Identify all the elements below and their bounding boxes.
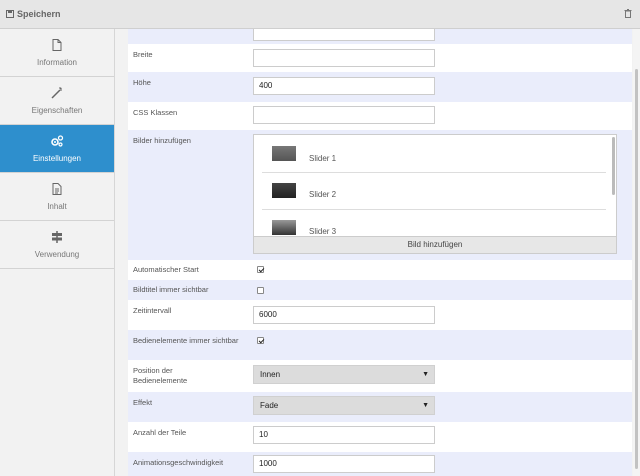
- sidebar-item-label: Verwendung: [34, 249, 80, 259]
- effekt-select[interactable]: Fade ▼: [253, 396, 435, 415]
- form-row-css: CSS Klassen: [128, 102, 632, 130]
- slide-name: Slider 1: [309, 154, 337, 163]
- slide-item[interactable]: Slider 1: [262, 135, 606, 173]
- teile-input[interactable]: 10: [253, 426, 435, 444]
- effekt-value: Fade: [260, 401, 279, 410]
- speed-label: Animationsgeschwindigkeit: [133, 458, 224, 467]
- slide-item[interactable]: Slider 2: [262, 172, 606, 210]
- bildtitel-checkbox[interactable]: [257, 287, 264, 294]
- sidebar-item-verwendung[interactable]: Verwendung: [0, 221, 114, 269]
- sidebar-item-label: Information: [36, 57, 78, 67]
- sidebar-item-eigenschaften[interactable]: Eigenschaften: [0, 77, 114, 125]
- chevron-down-icon: ▼: [422, 402, 429, 409]
- document-icon: [52, 182, 62, 195]
- slide-name: Slider 2: [309, 190, 337, 199]
- position-select[interactable]: Innen ▼: [253, 365, 435, 384]
- bedien-label: Bedienelemente immer sichtbar: [133, 336, 239, 345]
- slide-thumbnail: [272, 220, 296, 235]
- form-row-bedien: Bedienelemente immer sichtbar: [128, 330, 632, 360]
- position-value: Innen: [260, 370, 281, 379]
- autostart-label: Automatischer Start: [133, 265, 199, 274]
- signpost-icon: [52, 230, 62, 243]
- effekt-label: Effekt: [133, 398, 153, 407]
- settings-form: Breite Höhe 400 CSS Klassen Bilder hinzu…: [128, 29, 632, 476]
- sidebar-item-label: Inhalt: [47, 201, 67, 211]
- autostart-checkbox[interactable]: [257, 266, 264, 273]
- sidebar-item-einstellungen[interactable]: Einstellungen: [0, 125, 114, 173]
- bildtitel-label: Bildtitel immer sichtbar: [133, 285, 209, 294]
- sidebar-item-information[interactable]: Information: [0, 29, 114, 77]
- form-row-breite: Breite: [128, 44, 632, 72]
- form-row-bilder: Bilder hinzufügen Slider 1 Slider 2 Slid…: [128, 130, 632, 260]
- hoehe-input[interactable]: 400: [253, 77, 435, 95]
- breite-input[interactable]: [253, 49, 435, 67]
- sidebar-item-label: Einstellungen: [32, 153, 82, 163]
- slide-list-scrollbar[interactable]: [612, 137, 615, 195]
- bedien-checkbox[interactable]: [257, 337, 264, 344]
- teile-label: Anzahl der Teile: [133, 428, 187, 437]
- bilder-label: Bilder hinzufügen: [133, 136, 191, 145]
- form-row-top-partial: [128, 29, 632, 44]
- partial-field[interactable]: [253, 29, 435, 41]
- sidebar: Information Eigenschaften Einstellungen …: [0, 29, 115, 476]
- floppy-icon: [6, 10, 14, 18]
- save-button[interactable]: Speichern: [6, 9, 61, 19]
- file-icon: [52, 38, 62, 51]
- page-scrollbar[interactable]: [633, 29, 640, 476]
- form-row-effekt: Effekt Fade ▼: [128, 392, 632, 422]
- css-input[interactable]: [253, 106, 435, 124]
- gears-icon: [51, 134, 64, 147]
- form-row-teile: Anzahl der Teile 10: [128, 422, 632, 452]
- speed-input[interactable]: 1000: [253, 455, 435, 473]
- position-label: Position der Bedienelemente: [133, 366, 188, 385]
- chevron-down-icon: ▼: [422, 371, 429, 378]
- css-label: CSS Klassen: [133, 108, 178, 117]
- form-row-position: Position der Bedienelemente Innen ▼: [128, 360, 632, 392]
- wand-icon: [51, 86, 62, 99]
- add-image-button[interactable]: Bild hinzufügen: [253, 236, 617, 254]
- form-row-autostart: Automatischer Start: [128, 260, 632, 280]
- form-row-zeitintervall: Zeitintervall 6000: [128, 300, 632, 330]
- slide-thumbnail: [272, 183, 296, 198]
- zeitintervall-input[interactable]: 6000: [253, 306, 435, 324]
- sidebar-item-label: Eigenschaften: [31, 105, 83, 115]
- save-label: Speichern: [17, 9, 61, 19]
- top-toolbar: Speichern: [0, 0, 640, 29]
- zeitintervall-label: Zeitintervall: [133, 306, 172, 315]
- page-scrollbar-thumb[interactable]: [635, 69, 638, 469]
- trash-icon[interactable]: [624, 9, 632, 18]
- breite-label: Breite: [133, 50, 153, 59]
- hoehe-label: Höhe: [133, 78, 151, 87]
- slide-name: Slider 3: [309, 227, 337, 236]
- slide-thumbnail: [272, 146, 296, 161]
- form-row-bildtitel: Bildtitel immer sichtbar: [128, 280, 632, 300]
- sidebar-item-inhalt[interactable]: Inhalt: [0, 173, 114, 221]
- form-row-hoehe: Höhe 400: [128, 72, 632, 102]
- form-row-speed: Animationsgeschwindigkeit 1000: [128, 452, 632, 476]
